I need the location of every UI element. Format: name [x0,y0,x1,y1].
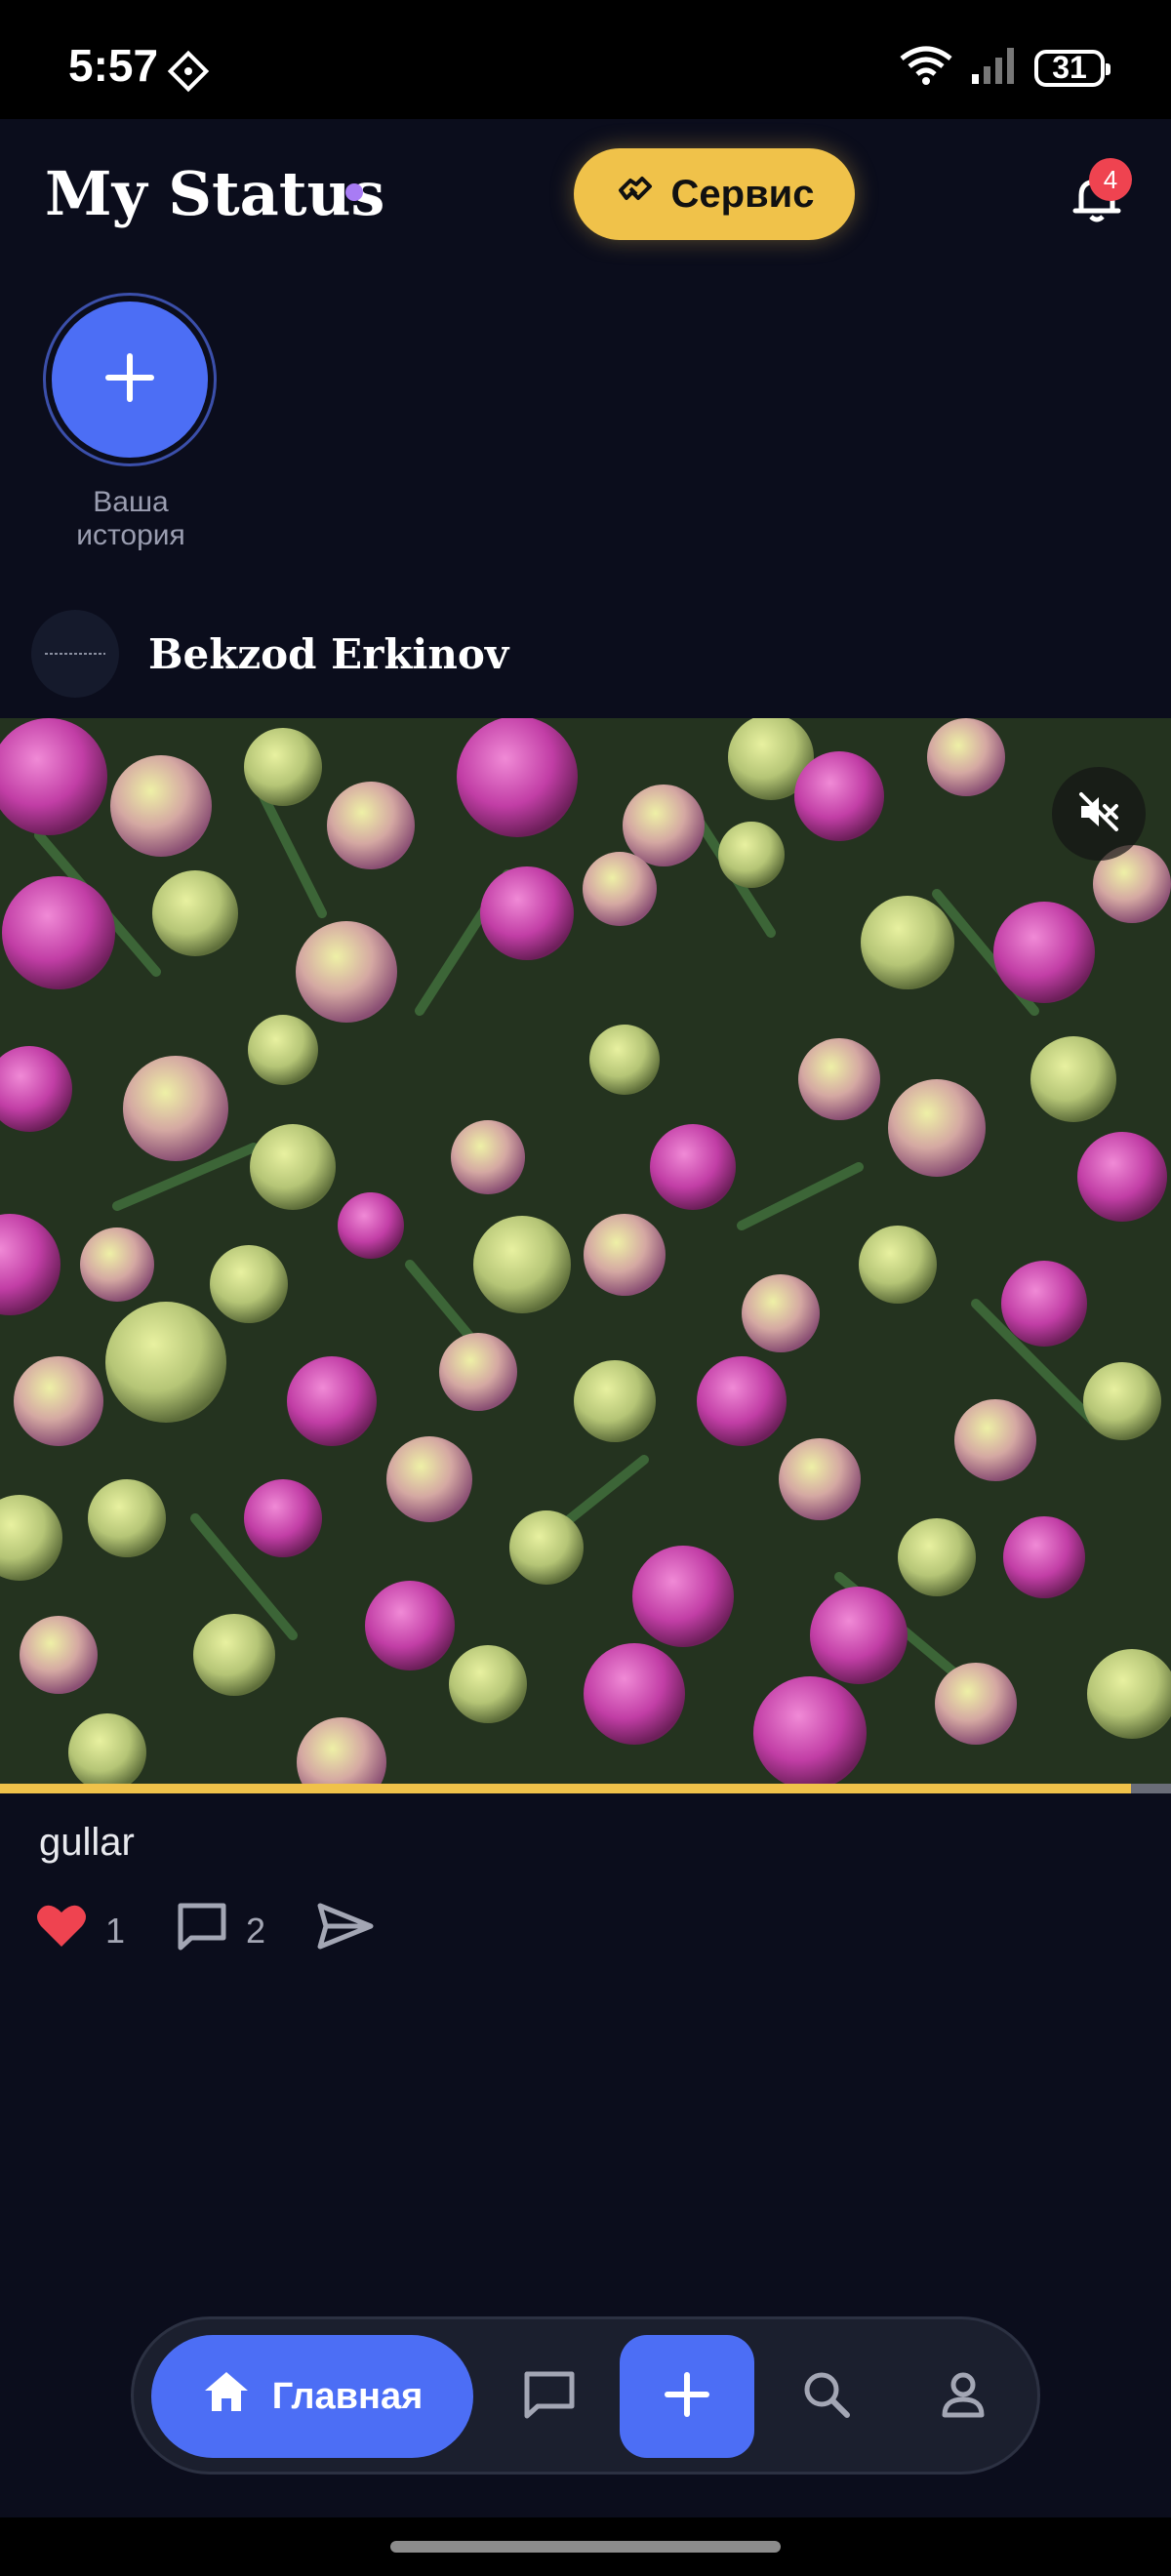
nav-search[interactable] [768,2335,885,2458]
story-ring [43,293,217,466]
post-video[interactable] [0,718,1171,1786]
post-author[interactable]: Bekzod Erkinov [148,630,508,678]
heart-icon [35,1902,88,1959]
story-label: Ваша история [76,486,185,551]
nav-messages[interactable] [491,2335,608,2458]
service-button[interactable]: Сервис [574,148,855,240]
handshake-icon [615,169,656,220]
plus-icon [663,2370,711,2424]
post-caption: gullar [39,1821,135,1864]
comment-icon [176,1901,228,1960]
nav-profile[interactable] [905,2335,1022,2458]
app-notification-icon [166,49,211,99]
video-progress-bar[interactable] [0,1784,1171,1793]
bottom-navigation: Главная [131,2316,1040,2475]
mute-button[interactable] [1052,767,1146,861]
like-button[interactable]: 1 [35,1902,125,1959]
add-story-button[interactable] [52,302,208,458]
speaker-muted-icon [1075,788,1122,840]
person-icon [939,2370,988,2424]
comment-button[interactable]: 2 [176,1901,265,1960]
avatar[interactable] [31,610,119,698]
status-time: 5:57 [68,40,159,91]
comment-count: 2 [246,1910,266,1951]
nav-home[interactable]: Главная [151,2335,473,2458]
peony-flowers-image [0,718,1171,1786]
online-dot [345,183,363,201]
wifi-icon [898,45,954,91]
page-title: My Status [45,158,385,229]
chat-icon [522,2369,577,2425]
send-icon [316,1902,375,1959]
post-actions: 1 2 [35,1901,425,1960]
status-bar: 5:57 31 [0,0,1171,119]
plus-icon [102,350,157,410]
nav-home-label: Главная [271,2375,424,2417]
like-count: 1 [105,1910,126,1951]
signal-icon [970,45,1019,91]
home-icon [202,2369,251,2424]
video-progress-fill [0,1784,1132,1793]
app-header: My Status Сервис 4 [0,119,1171,265]
service-label: Сервис [670,172,815,216]
search-icon [800,2368,853,2426]
nav-create[interactable] [620,2335,754,2458]
home-indicator[interactable] [390,2541,781,2553]
notification-badge: 4 [1089,158,1132,201]
share-button[interactable] [316,1902,375,1959]
post-header: Bekzod Erkinov [31,609,508,699]
your-story[interactable]: Ваша история [43,293,219,552]
battery-indicator: 31 [1034,49,1110,87]
